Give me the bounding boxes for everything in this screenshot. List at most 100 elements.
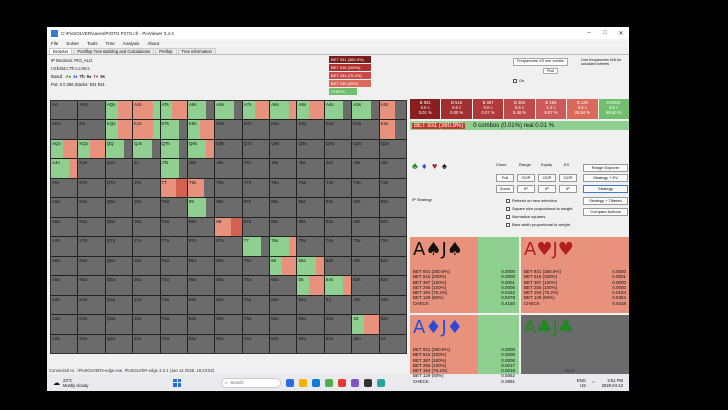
hand-cell[interactable]: 88: [215, 217, 242, 237]
hand-cell[interactable]: K2o: [78, 334, 105, 353]
hand-cell[interactable]: 97o: [187, 237, 215, 256]
hand-cell[interactable]: A9s: [187, 101, 215, 120]
menu-file[interactable]: File: [51, 41, 58, 46]
hand-cell[interactable]: 95o: [187, 276, 215, 295]
node-path[interactable]: r:0:b4t4:c:Th:c:c:9s:c: [51, 65, 139, 73]
action-item[interactable]: CHECK: [329, 88, 357, 95]
hand-cell[interactable]: 66: [270, 256, 297, 276]
hand-cell[interactable]: A3o: [51, 315, 78, 334]
action-item[interactable]: BET 129 (50%): [329, 80, 371, 87]
range-explorer-button[interactable]: Range Explorer: [583, 164, 628, 172]
hand-cell[interactable]: 86o: [215, 256, 242, 276]
strategy-box[interactable]: CHECK 8.5 c 59.50 %: [598, 99, 629, 119]
hand-cell[interactable]: J5o: [133, 276, 160, 295]
hand-cell[interactable]: 43o: [324, 315, 352, 334]
strategy-box[interactable]: B 194 1.2 c 8.07 %: [535, 99, 568, 119]
hand-cell[interactable]: 32s: [379, 315, 406, 334]
hand-cell[interactable]: KK: [78, 120, 105, 139]
hand-cell[interactable]: 44: [324, 295, 352, 315]
pick-button[interactable]: Pick: [543, 68, 559, 74]
hand-cell[interactable]: Q2s: [379, 139, 406, 159]
hand-cell[interactable]: 87o: [215, 237, 242, 256]
hand-cell[interactable]: J4s: [324, 159, 352, 178]
hand-cell[interactable]: 84o: [215, 295, 242, 315]
hand-cell[interactable]: KJo: [78, 159, 105, 178]
maximize-icon[interactable]: □: [597, 30, 613, 36]
hand-cell[interactable]: Q8o: [105, 217, 133, 237]
ev-ip-button[interactable]: IP: [559, 185, 577, 193]
strategy-box[interactable]: B 129 3.8 c 26.84 %: [567, 99, 599, 119]
hand-cell[interactable]: 65o: [270, 276, 297, 295]
selected-action-pill[interactable]: BET 931 (360.9%): [412, 122, 466, 129]
hand-cell[interactable]: 87s: [242, 217, 270, 237]
hand-cell[interactable]: T3s: [352, 178, 379, 198]
hand-cell[interactable]: T2o: [160, 334, 187, 353]
hand-cell[interactable]: T7s: [242, 178, 270, 198]
hand-cell[interactable]: 33: [352, 315, 379, 334]
hand-cell[interactable]: 83o: [215, 315, 242, 334]
hand-cell[interactable]: K6o: [78, 256, 105, 276]
hand-cell[interactable]: T8s: [215, 178, 242, 198]
hand-cell[interactable]: T6o: [160, 256, 187, 276]
hand-cell[interactable]: AKs: [78, 101, 105, 120]
refresh-checkbox[interactable]: Refresh on new selection: [506, 198, 557, 203]
hand-cell[interactable]: AQs: [105, 101, 133, 120]
hand-cell[interactable]: A3s: [352, 101, 379, 120]
hand-cell[interactable]: 62o: [270, 334, 297, 353]
freq-vs-combo[interactable]: Frequencies VS one combo: [513, 58, 568, 66]
hand-cell[interactable]: T3o: [160, 315, 187, 334]
hand-cell[interactable]: J4o: [133, 295, 160, 315]
strategy-box[interactable]: B 931 0.0 c 0.01 %: [410, 99, 442, 119]
hand-cell[interactable]: 64s: [324, 256, 352, 276]
hand-cell[interactable]: Q9o: [105, 198, 133, 217]
hand-cell[interactable]: AKo: [51, 120, 78, 139]
hand-cell[interactable]: 52s: [379, 276, 406, 295]
hand-cell[interactable]: 63o: [270, 315, 297, 334]
hand-cell[interactable]: J2o: [133, 334, 160, 353]
hand-cell[interactable]: 76o: [242, 256, 270, 276]
on-checkbox[interactable]: On: [513, 78, 524, 83]
hand-cell[interactable]: 62s: [379, 256, 406, 276]
tab-postflop[interactable]: Postflop Tree Building and Calculations: [73, 48, 155, 54]
hand-cell[interactable]: TT: [160, 178, 187, 198]
hand-cell[interactable]: T9o: [160, 198, 187, 217]
hand-cell[interactable]: 73s: [352, 237, 379, 256]
hand-cell[interactable]: J8o: [133, 217, 160, 237]
hand-cell[interactable]: 52o: [297, 334, 324, 353]
menu-solver[interactable]: Solver: [66, 41, 79, 46]
hand-cell[interactable]: Q7s: [242, 139, 270, 159]
hand-cell[interactable]: ATs: [160, 101, 187, 120]
diamond-icon[interactable]: ♦: [422, 161, 427, 171]
hand-cell[interactable]: A5s: [297, 101, 324, 120]
hand-cell[interactable]: QJs: [133, 139, 160, 159]
hand-cell[interactable]: 97s: [242, 198, 270, 217]
hand-cell[interactable]: A8o: [51, 217, 78, 237]
terminal-icon[interactable]: [364, 378, 372, 387]
system-tray[interactable]: ENG US ◠ 2:51 PM 2025-04-13: [577, 378, 623, 388]
hand-cell[interactable]: K9o: [78, 198, 105, 217]
zoom-button[interactable]: Zoom: [496, 185, 514, 193]
hand-cell[interactable]: 43s: [352, 295, 379, 315]
hand-cell[interactable]: A4o: [51, 295, 78, 315]
hand-cell[interactable]: Q5s: [297, 139, 324, 159]
combo-tile[interactable]: A♠J♠ BET 931 (360.9%) 0.0000 BET 516 (200%)…: [410, 237, 519, 313]
hand-cell[interactable]: JTs: [160, 159, 187, 178]
hand-cell[interactable]: K8o: [78, 217, 105, 237]
hand-cell[interactable]: 92o: [187, 334, 215, 353]
hand-cell[interactable]: J6o: [133, 256, 160, 276]
hand-cell[interactable]: 77: [242, 237, 270, 256]
spade-icon[interactable]: ♠: [442, 161, 447, 171]
hand-cell[interactable]: KJs: [133, 120, 160, 139]
hand-cell[interactable]: A7o: [51, 237, 78, 256]
wifi-icon[interactable]: ◠: [592, 380, 596, 385]
hand-cell[interactable]: Q8s: [215, 139, 242, 159]
hand-cell[interactable]: Q6s: [270, 139, 297, 159]
hand-cell[interactable]: 73o: [242, 315, 270, 334]
equity-ip-button[interactable]: IP: [538, 185, 556, 193]
hand-cell[interactable]: AA: [51, 101, 78, 120]
hand-cell[interactable]: A9o: [51, 198, 78, 217]
hand-cell[interactable]: 82o: [215, 334, 242, 353]
combo-tile[interactable]: A♥J♥ BET 931 (360.9%) 0.0000 BET 516 (200%)…: [521, 237, 629, 313]
hand-cell[interactable]: A5o: [51, 276, 78, 295]
hand-cell[interactable]: 64o: [270, 295, 297, 315]
